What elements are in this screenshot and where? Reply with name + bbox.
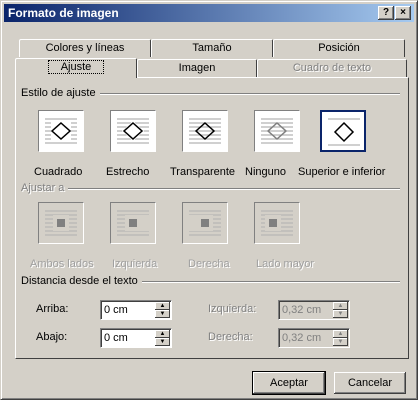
bottom-distance-spinner[interactable]: ▲ ▼ [100, 328, 172, 348]
wrap-none-label: Ninguno [245, 166, 286, 178]
wrap-square-label: Cuadrado [34, 166, 83, 178]
left-distance-spinner[interactable]: ▲ ▼ [278, 300, 350, 320]
right-distance-label: Derecha: [208, 331, 253, 343]
wrap-through-option[interactable] [182, 110, 228, 152]
tab-label: Ajuste [47, 60, 105, 74]
left-distance-input[interactable] [282, 303, 330, 316]
largest-side-icon [261, 210, 293, 236]
wrap-style-heading: Estilo de ajuste [21, 87, 100, 99]
top-distance-input[interactable] [104, 303, 152, 316]
wrap-top-bottom-icon [328, 118, 360, 146]
tab-label: Imagen [178, 62, 216, 74]
cancel-button[interactable]: Cancelar [334, 372, 406, 394]
top-distance-spinner[interactable]: ▲ ▼ [100, 300, 172, 320]
right-side-option[interactable] [182, 202, 228, 244]
format-picture-dialog: Formato de imagen ? × Colores y líneas T… [0, 0, 418, 400]
spin-up-icon[interactable]: ▲ [155, 302, 170, 310]
both-sides-label: Ambos lados [30, 258, 94, 270]
bottom-distance-input[interactable] [104, 331, 152, 344]
spinner-arrows: ▲ ▼ [155, 302, 170, 318]
wrapping-panel: Estilo de ajuste Cuadrado Estrecho Trans… [15, 77, 409, 359]
tab-position[interactable]: Posición [273, 39, 405, 57]
window-title: Formato de imagen [8, 6, 119, 20]
spin-up-icon[interactable]: ▲ [333, 330, 348, 338]
wrap-tight-option[interactable] [110, 110, 156, 152]
tab-label: Tamaño [192, 42, 232, 54]
spin-down-icon[interactable]: ▼ [155, 338, 170, 346]
bottom-distance-label: Abajo: [36, 331, 68, 343]
divider [22, 188, 400, 190]
spinner-arrows: ▲ ▼ [333, 302, 348, 318]
wrap-through-icon [189, 118, 221, 144]
tab-colors-lines[interactable]: Colores y líneas [19, 39, 151, 57]
distance-heading: Distancia desde el texto [21, 275, 142, 287]
spin-down-icon[interactable]: ▼ [155, 310, 170, 318]
wrap-none-option[interactable] [254, 110, 300, 152]
top-distance-label: Arriba: [36, 303, 69, 315]
tab-label: Colores y líneas [45, 42, 125, 54]
largest-side-label: Lado mayor [256, 258, 315, 270]
wrap-tight-label: Estrecho [106, 166, 150, 178]
spinner-arrows: ▲ ▼ [333, 330, 348, 346]
wrap-to-heading: Ajustar a [21, 182, 69, 194]
wrap-square-icon [45, 118, 77, 144]
spinner-arrows: ▲ ▼ [155, 330, 170, 346]
spin-up-icon[interactable]: ▲ [333, 302, 348, 310]
tab-picture[interactable]: Imagen [137, 59, 257, 77]
left-side-option[interactable] [110, 202, 156, 244]
left-side-icon [117, 210, 151, 236]
wrap-through-label: Transparente [170, 166, 236, 178]
left-distance-label: Izquierda: [208, 303, 257, 315]
wrap-square-option[interactable] [38, 110, 84, 152]
close-button[interactable]: × [395, 6, 411, 20]
spin-down-icon[interactable]: ▼ [333, 310, 348, 318]
spin-up-icon[interactable]: ▲ [155, 330, 170, 338]
largest-side-option[interactable] [254, 202, 300, 244]
right-distance-input[interactable] [282, 331, 330, 344]
tab-wrapping[interactable]: Ajuste [15, 58, 137, 78]
help-button[interactable]: ? [378, 6, 394, 20]
right-side-label: Derecha [188, 258, 230, 270]
spin-down-icon[interactable]: ▼ [333, 338, 348, 346]
title-bar: Formato de imagen ? × [4, 4, 414, 22]
tab-text-box[interactable]: Cuadro de texto [257, 59, 407, 77]
wrap-none-icon [261, 118, 293, 144]
wrap-top-bottom-label: Superior e inferior [298, 166, 386, 178]
right-side-icon [187, 210, 221, 236]
tab-label: Posición [318, 42, 360, 54]
tab-size[interactable]: Tamaño [151, 39, 273, 57]
tab-label: Cuadro de texto [292, 62, 372, 74]
left-side-label: Izquierda [112, 258, 158, 270]
wrap-top-bottom-option[interactable] [320, 110, 366, 152]
both-sides-option[interactable] [38, 202, 84, 244]
wrap-tight-icon [117, 118, 149, 144]
right-distance-spinner[interactable]: ▲ ▼ [278, 328, 350, 348]
ok-button[interactable]: Aceptar [252, 371, 326, 395]
both-sides-icon [45, 210, 77, 236]
